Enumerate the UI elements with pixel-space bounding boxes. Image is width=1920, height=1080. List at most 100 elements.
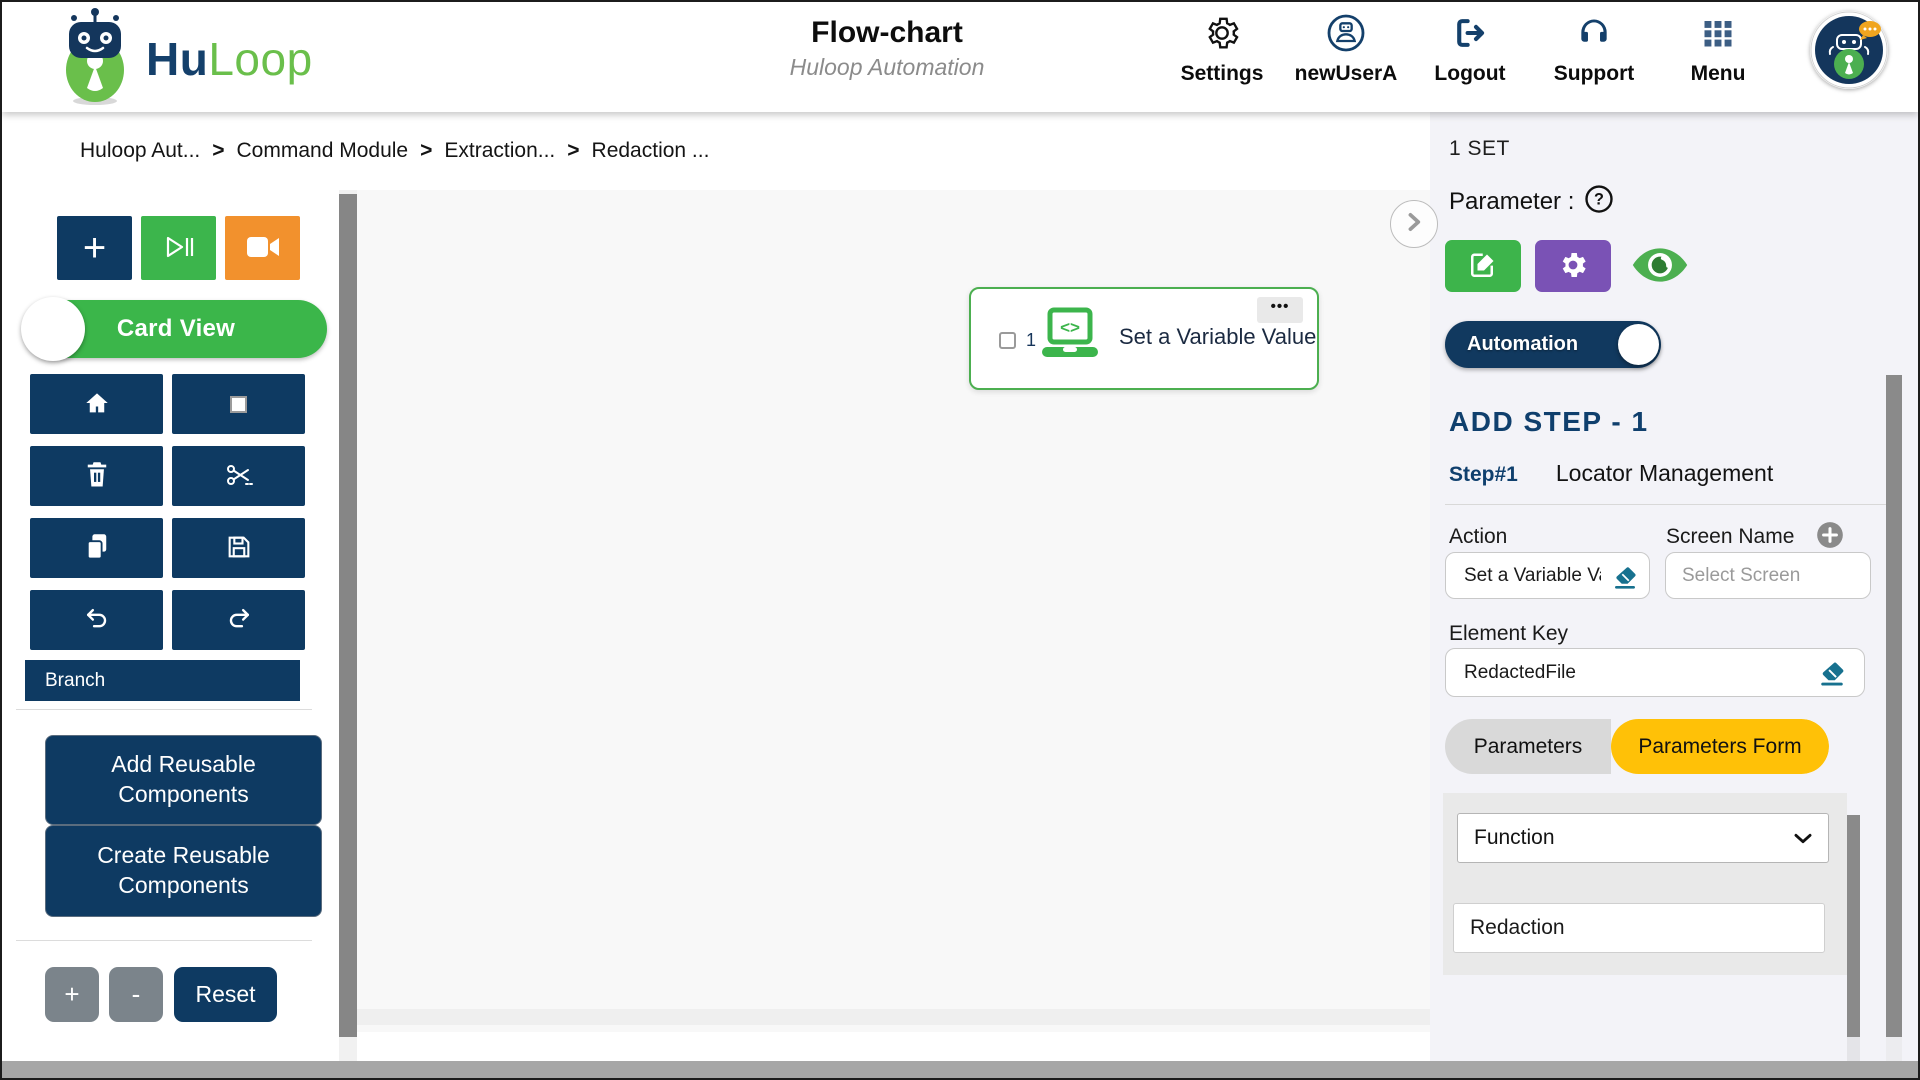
panel-collapse-button[interactable] <box>1390 200 1438 248</box>
brand-text: HuLoop <box>146 32 313 85</box>
play-pause-button[interactable] <box>141 216 216 280</box>
nav-settings[interactable]: Settings <box>1160 10 1284 86</box>
laptop-code-icon: <> <box>1039 307 1101 368</box>
screen-name-label: Screen Name <box>1666 525 1795 548</box>
nav-logout[interactable]: Logout <box>1408 10 1532 86</box>
save-icon <box>225 533 253 564</box>
record-button[interactable] <box>225 216 300 280</box>
horizontal-scrollbar[interactable] <box>2 1061 1918 1078</box>
redo-button[interactable] <box>172 590 305 650</box>
tab-parameters[interactable]: Parameters <box>1445 719 1611 774</box>
scrollbar-thumb[interactable] <box>339 194 357 1037</box>
copy-icon <box>83 532 111 565</box>
sidebar-scrollbar[interactable] <box>339 190 357 1064</box>
edit-pencil-icon <box>1468 250 1498 283</box>
eraser-icon[interactable] <box>1612 565 1638 594</box>
app-window: HuLoop Flow-chart Huloop Automation Sett… <box>0 0 1920 1080</box>
svg-text:?: ? <box>1594 191 1604 209</box>
zoom-in-button[interactable]: + <box>45 967 99 1022</box>
eraser-icon[interactable] <box>1818 660 1846 691</box>
card-view-toggle[interactable]: Card View <box>21 297 327 361</box>
step-name: Locator Management <box>1555 460 1774 486</box>
trash-icon <box>83 460 111 493</box>
breadcrumb-item-command-module[interactable]: Command Module <box>237 139 409 163</box>
delete-button[interactable] <box>30 446 163 506</box>
header-nav: Settings newUserA Logout Support Menu <box>1160 10 1780 86</box>
play-pause-icon <box>162 232 196 265</box>
copy-button[interactable] <box>30 518 163 578</box>
add-screen-icon[interactable] <box>1816 521 1844 554</box>
add-node-button[interactable]: + <box>57 216 132 280</box>
stop-button[interactable] <box>172 374 305 434</box>
settings-step-button[interactable] <box>1535 240 1611 292</box>
toggle-knob <box>1618 324 1659 365</box>
nav-user[interactable]: newUserA <box>1284 10 1408 86</box>
reset-button[interactable]: Reset <box>174 967 277 1022</box>
redo-icon <box>224 606 254 635</box>
nav-support[interactable]: Support <box>1532 10 1656 86</box>
home-icon <box>82 389 112 420</box>
add-reusable-components-button[interactable]: Add Reusable Components <box>45 735 322 825</box>
zoom-out-button[interactable]: - <box>109 967 163 1022</box>
divider <box>1445 504 1893 505</box>
huloop-logo[interactable]: HuLoop <box>54 6 313 111</box>
add-step-title: ADD STEP - 1 <box>1449 406 1649 437</box>
avatar[interactable] <box>1810 11 1888 89</box>
form-scrollbar[interactable] <box>1847 815 1860 1064</box>
scrollbar-thumb[interactable] <box>1886 375 1902 1037</box>
create-reusable-components-button[interactable]: Create Reusable Components <box>45 825 322 917</box>
save-button[interactable] <box>172 518 305 578</box>
breadcrumb-separator: > <box>420 139 433 162</box>
divider <box>16 709 312 710</box>
breadcrumb-item-automation[interactable]: Huloop Aut... <box>80 139 200 163</box>
automation-toggle[interactable]: Automation <box>1445 321 1661 368</box>
node-title: Set a Variable Value <box>1119 324 1317 349</box>
function-value-input[interactable] <box>1453 903 1825 953</box>
panel-scrollbar[interactable] <box>1886 375 1902 1064</box>
breadcrumb-item-extraction[interactable]: Extraction... <box>444 139 555 163</box>
video-camera-icon <box>245 233 281 264</box>
breadcrumb: Huloop Aut... > Command Module > Extract… <box>2 112 1430 190</box>
function-select[interactable]: Function <box>1457 813 1829 863</box>
user-robot-icon <box>1326 10 1366 56</box>
element-key-label: Element Key <box>1449 622 1569 645</box>
parameters-tabs: Parameters Parameters Form <box>1445 719 1829 774</box>
function-select-value: Function <box>1474 826 1555 849</box>
tab-parameters-form[interactable]: Parameters Form <box>1611 719 1829 774</box>
element-key-input[interactable] <box>1445 648 1865 697</box>
chevron-right-icon <box>1405 212 1423 237</box>
edit-button[interactable] <box>1445 240 1521 292</box>
canvas-band <box>357 1009 1430 1025</box>
undo-button[interactable] <box>30 590 163 650</box>
cut-button[interactable] <box>172 446 305 506</box>
home-button[interactable] <box>30 374 163 434</box>
undo-icon <box>82 606 112 635</box>
eye-icon <box>1631 245 1689 288</box>
breadcrumb-item-redaction[interactable]: Redaction ... <box>592 139 710 163</box>
robot-logo-icon <box>54 6 136 111</box>
nav-menu[interactable]: Menu <box>1656 10 1780 86</box>
page-subtitle: Huloop Automation <box>789 54 985 80</box>
gear-icon <box>1557 249 1589 284</box>
branch-button[interactable]: Branch <box>25 660 300 701</box>
node-checkbox[interactable] <box>999 332 1016 349</box>
gear-icon <box>1203 10 1241 56</box>
node-menu-button[interactable]: ••• <box>1257 297 1303 323</box>
flow-canvas[interactable]: 1 <> Set a Variable Value ••• <box>357 190 1430 1064</box>
help-icon[interactable]: ? <box>1584 184 1614 219</box>
page-title: Flow-chart <box>811 16 963 49</box>
set-count: 1 SET <box>1449 137 1510 160</box>
screen-name-input[interactable] <box>1665 552 1871 599</box>
action-label: Action <box>1449 525 1508 548</box>
breadcrumb-separator: > <box>212 139 225 162</box>
scrollbar-thumb[interactable] <box>1847 815 1860 1037</box>
canvas-bottom-strip <box>357 1032 1430 1064</box>
scissors-icon <box>224 461 254 492</box>
flow-node-set-variable[interactable]: 1 <> Set a Variable Value ••• <box>969 287 1319 390</box>
grid-menu-icon <box>1700 10 1736 56</box>
node-index: 1 <box>1026 330 1037 350</box>
step-properties-panel: 1 SET Parameter : ? Automation ADD STEP … <box>1430 112 1918 1078</box>
automation-label: Automation <box>1467 333 1579 355</box>
toggle-knob <box>21 297 85 361</box>
preview-button[interactable] <box>1631 245 1689 288</box>
